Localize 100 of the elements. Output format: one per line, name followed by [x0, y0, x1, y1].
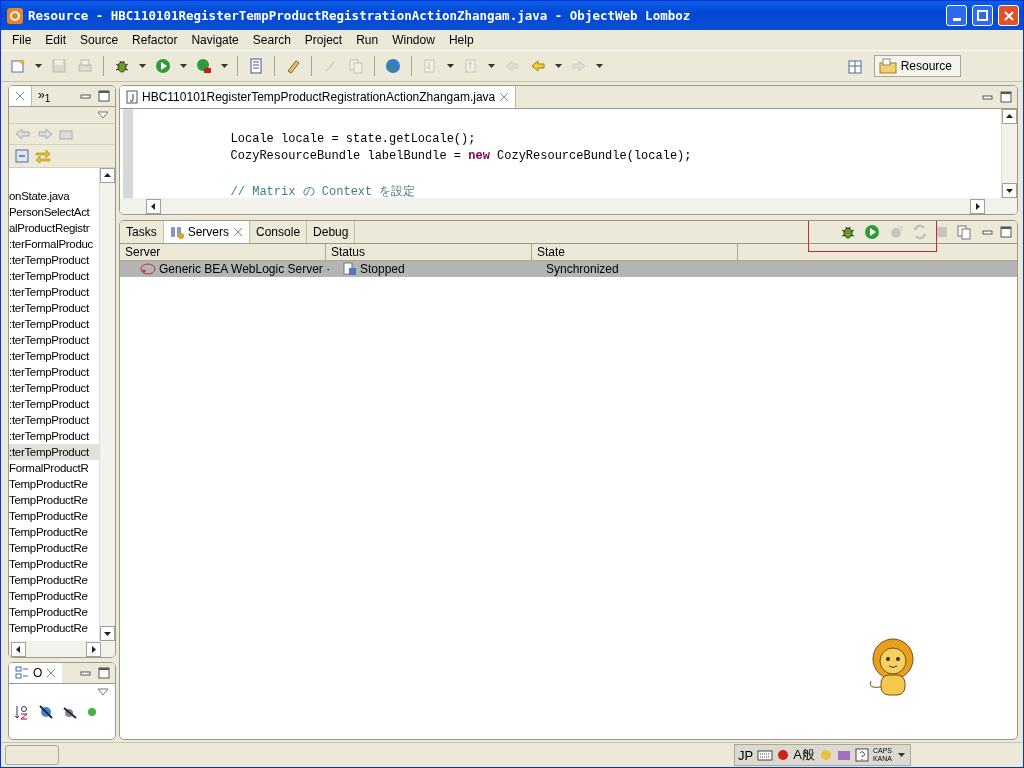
tree-item[interactable]: :terTempProduct — [9, 444, 99, 460]
tree-item[interactable]: TempProductRe — [9, 620, 99, 636]
tree-item[interactable]: :terTempProduct — [9, 364, 99, 380]
link-arrows-icon[interactable] — [35, 149, 51, 163]
column-header[interactable]: State — [532, 244, 738, 260]
tree-item[interactable]: PersonSelectAct — [9, 204, 99, 220]
close-icon — [1003, 10, 1014, 21]
minimize-button[interactable] — [946, 5, 967, 26]
status-field — [5, 745, 59, 765]
tree-item[interactable]: :terFormalProduc — [9, 236, 99, 252]
keyboard-icon[interactable] — [757, 749, 774, 761]
run-icon[interactable] — [864, 224, 880, 240]
code-line: // Matrix の Context を設定 — [229, 184, 417, 200]
menu-item[interactable]: Project — [297, 33, 350, 47]
minimize-icon — [952, 18, 961, 21]
tree-item[interactable]: :terTempProduct — [9, 316, 99, 332]
view-tab[interactable] — [9, 86, 32, 106]
tree-item[interactable]: TempProductRe — [9, 476, 99, 492]
hide-fields-icon[interactable] — [39, 705, 53, 719]
debug-bug-icon[interactable] — [840, 224, 856, 240]
scroll-left-icon[interactable] — [146, 198, 161, 214]
menu-item[interactable]: Source — [73, 33, 126, 47]
view-tab[interactable]: Debug — [307, 221, 356, 243]
tree-item[interactable]: TempProductRe — [9, 572, 99, 588]
tree-item[interactable]: TempProductRe — [9, 604, 99, 620]
editor-tab[interactable]: HBC110101RegisterTempProductRegistrationActionZhangam.java — [120, 86, 517, 108]
tree-item[interactable]: :terTempProduct — [9, 428, 99, 444]
caret-icon[interactable] — [221, 64, 228, 68]
tree-item[interactable]: :terTempProduct — [9, 252, 99, 268]
scroll-left-icon[interactable] — [11, 641, 26, 657]
caret-icon[interactable] — [488, 64, 495, 68]
resource-perspective-button[interactable]: Resource — [873, 55, 961, 77]
scroll-right-icon[interactable] — [86, 641, 101, 657]
scroll-down-icon[interactable] — [100, 626, 115, 641]
tree-item[interactable]: :terTempProduct — [9, 396, 99, 412]
ime-language[interactable]: JP — [738, 747, 754, 763]
caret-icon[interactable] — [596, 64, 603, 68]
column-header[interactable]: Status — [326, 244, 532, 260]
tree-item[interactable]: :terTempProduct — [9, 332, 99, 348]
ime-mode[interactable]: A般 — [793, 746, 815, 764]
menu-item[interactable]: Run — [349, 33, 386, 47]
scroll-up-icon[interactable] — [1002, 109, 1017, 124]
open-perspective-icon[interactable] — [847, 58, 864, 74]
caret-icon[interactable] — [35, 64, 42, 68]
tree-item[interactable]: TempProductRe — [9, 508, 99, 524]
caret-icon[interactable] — [898, 753, 905, 757]
restart-icon[interactable] — [912, 224, 928, 240]
public-members-icon[interactable] — [87, 707, 97, 717]
close-button[interactable] — [998, 5, 1019, 26]
tree-item[interactable]: :terTempProduct — [9, 300, 99, 316]
view-menu-icon[interactable] — [97, 688, 109, 696]
collapse-all-icon[interactable] — [15, 149, 29, 163]
close-icon[interactable] — [46, 668, 57, 678]
view-tab[interactable]: Console — [250, 221, 308, 243]
close-icon[interactable] — [15, 91, 25, 101]
menu-item[interactable]: Refactor — [125, 33, 185, 47]
tree-item[interactable]: :terTempProduct — [9, 348, 99, 364]
tree-item[interactable]: :terTempProduct — [9, 268, 99, 284]
caret-icon[interactable] — [555, 64, 562, 68]
scroll-right-icon[interactable] — [970, 198, 985, 214]
publish-icon[interactable] — [956, 224, 972, 240]
outline-icon — [15, 666, 29, 680]
caret-icon[interactable] — [447, 64, 454, 68]
tree-item[interactable]: :terTempProduct — [9, 380, 99, 396]
stop-icon[interactable] — [936, 226, 948, 238]
maximize-button[interactable] — [972, 5, 993, 26]
tree-item[interactable]: FormalProductR — [9, 460, 99, 476]
tree-item[interactable]: :terTempProduct — [9, 284, 99, 300]
sort-az-icon[interactable] — [15, 704, 29, 720]
menu-item[interactable]: Window — [385, 33, 442, 47]
menu-item[interactable]: Edit — [38, 33, 74, 47]
hide-static-icon[interactable] — [63, 705, 77, 719]
folder-icon — [878, 58, 897, 74]
outline-tab[interactable]: O — [9, 663, 63, 683]
table-row[interactable]: Generic BEA WebLogic Server · Stopped Synchronized — [120, 261, 1017, 277]
ball-icon[interactable] — [777, 749, 790, 761]
caret-icon[interactable] — [139, 64, 146, 68]
tree-item[interactable]: TempProductRe — [9, 492, 99, 508]
tree-item[interactable]: TempProductRe — [9, 588, 99, 604]
tree-item[interactable]: alProductRegistr — [9, 220, 99, 236]
tree-item[interactable]: onState.java — [9, 188, 99, 204]
close-icon[interactable] — [233, 227, 244, 237]
help-icon[interactable] — [854, 748, 869, 762]
menu-item[interactable]: Help — [441, 33, 481, 47]
menu-item[interactable]: File — [5, 33, 39, 47]
view-menu-icon[interactable] — [97, 111, 109, 119]
view-tab[interactable]: Servers — [163, 221, 251, 243]
menu-item[interactable]: Navigate — [184, 33, 246, 47]
column-header[interactable]: Server — [120, 244, 326, 260]
menu-item[interactable]: Search — [245, 33, 298, 47]
caret-icon[interactable] — [180, 64, 187, 68]
tree-item[interactable]: TempProductRe — [9, 556, 99, 572]
server-icon — [140, 263, 156, 275]
scroll-up-icon[interactable] — [100, 168, 115, 183]
tree-item[interactable]: TempProductRe — [9, 540, 99, 556]
scroll-down-icon[interactable] — [1002, 183, 1017, 198]
tree-item[interactable]: TempProductRe — [9, 524, 99, 540]
view-tab[interactable]: Tasks — [120, 221, 164, 243]
tree-item[interactable]: :terTempProduct — [9, 412, 99, 428]
close-icon[interactable] — [499, 92, 510, 102]
